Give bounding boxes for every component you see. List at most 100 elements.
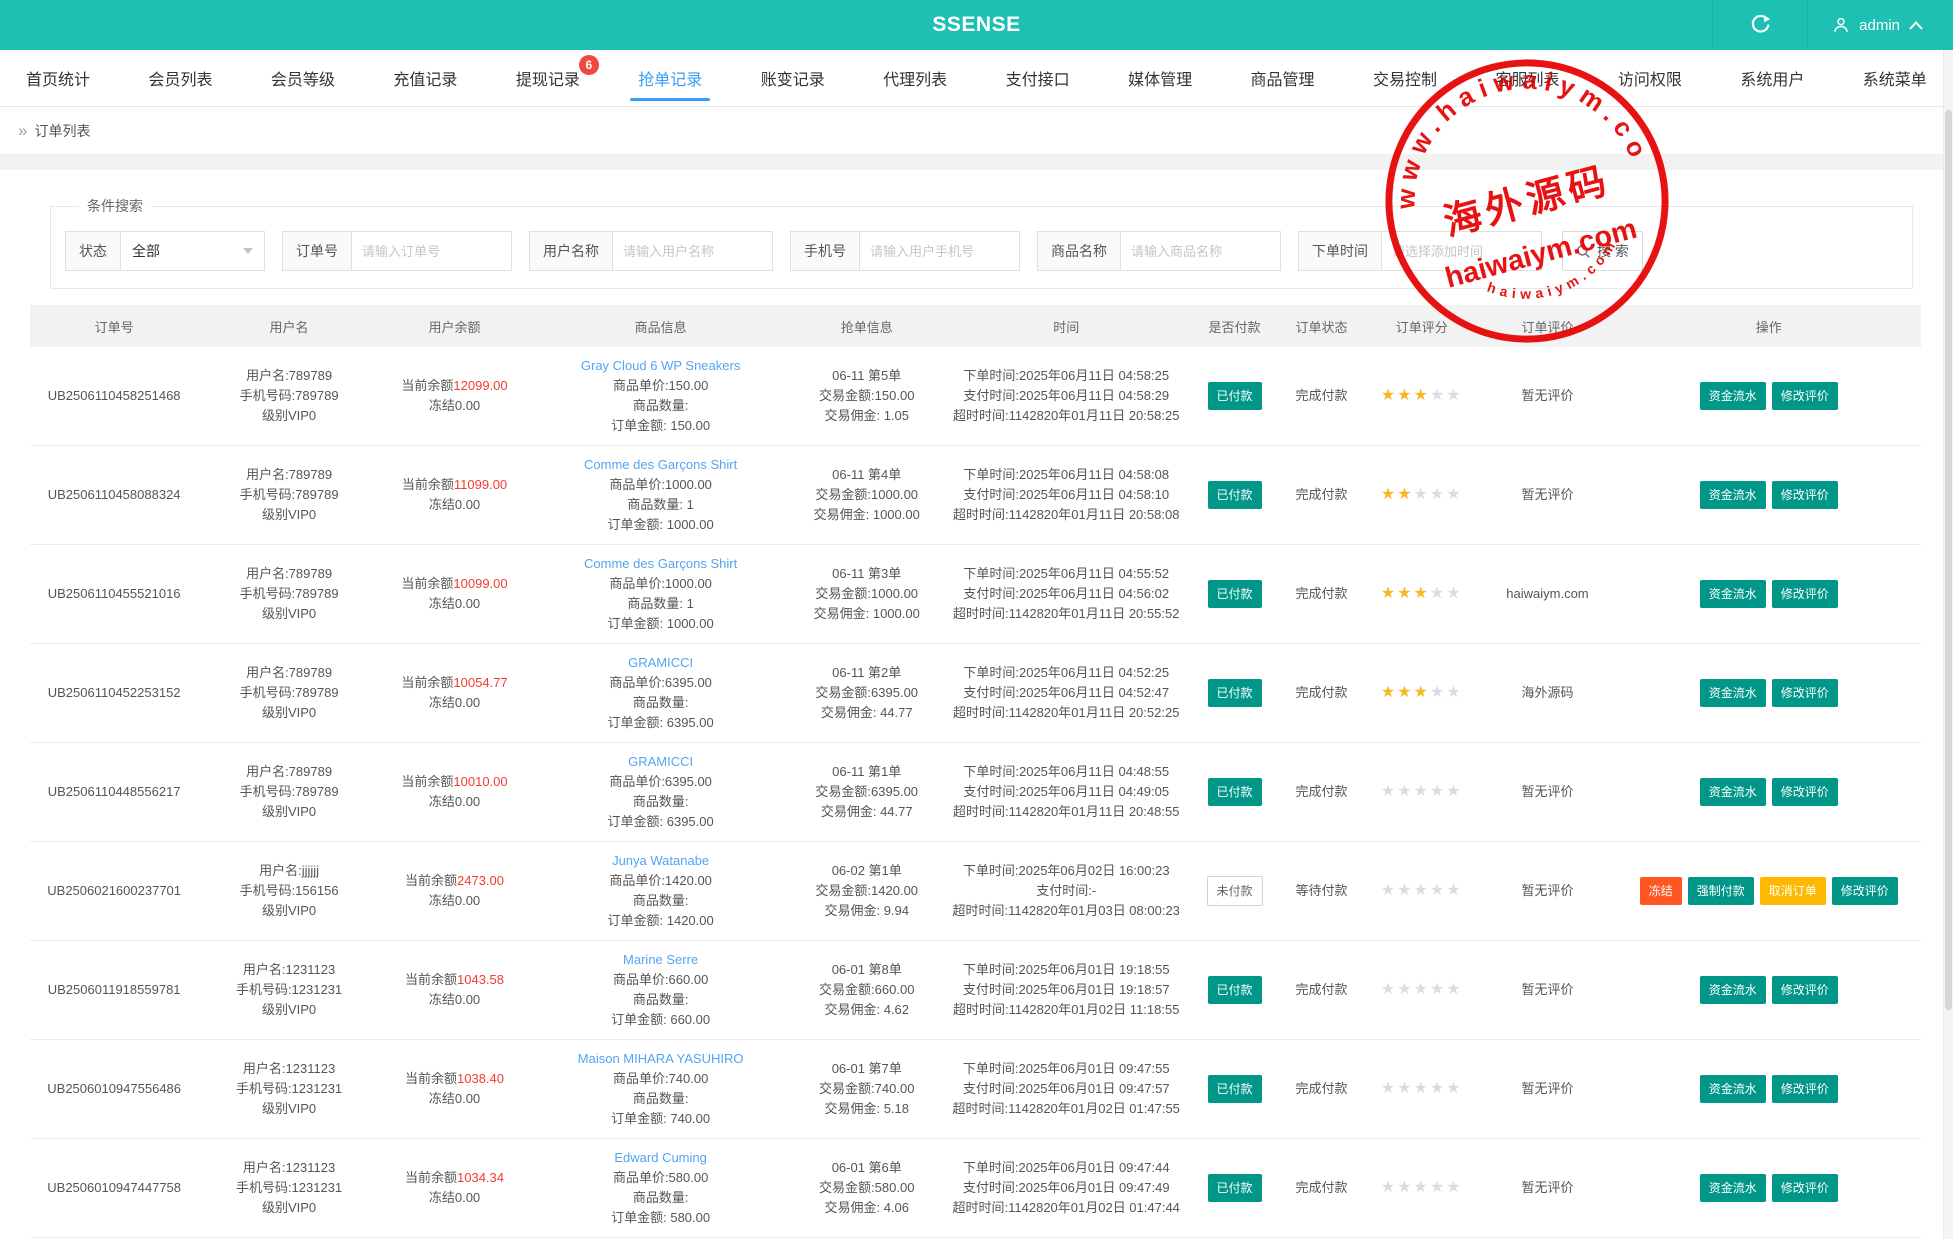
balance-info: 当前余额1043.58冻结0.00 [384, 970, 525, 1010]
balance-amount: 10099.00 [453, 576, 507, 591]
scrollbar[interactable] [1943, 50, 1953, 1239]
edit-review-button[interactable]: 修改评价 [1772, 1174, 1838, 1202]
nav-tab-product-management[interactable]: 商品管理 [1249, 50, 1317, 106]
product-link[interactable]: Junya Watanabe [533, 851, 788, 871]
chevron-down-icon [243, 248, 253, 254]
notification-badge: 6 [579, 55, 599, 75]
star-icon: ★ [1381, 486, 1397, 503]
filter-label: 下单时间 [1298, 231, 1382, 271]
nav-tab-system-menu[interactable]: 系统菜单 [1861, 50, 1929, 106]
order-no-input[interactable] [352, 231, 512, 271]
edit-review-button[interactable]: 修改评价 [1772, 679, 1838, 707]
product-link[interactable]: Comme des Garçons Shirt [533, 455, 788, 475]
product-info: Comme des Garçons Shirt商品单价:1000.00商品数量:… [533, 455, 788, 535]
nav-tab-system-users[interactable]: 系统用户 [1738, 50, 1806, 106]
funds-flow-button[interactable]: 资金流水 [1700, 382, 1766, 410]
edit-review-button[interactable]: 修改评价 [1772, 778, 1838, 806]
product-link[interactable]: GRAMICCI [533, 653, 788, 673]
force-pay-button[interactable]: 强制付款 [1688, 877, 1754, 905]
filter-phone: 手机号 [790, 231, 1020, 271]
star-rating: ★★★★★ [1381, 882, 1463, 899]
edit-review-button[interactable]: 修改评价 [1772, 580, 1838, 608]
time-info: 下单时间:2025年06月01日 09:47:55支付时间:2025年06月01… [945, 1059, 1187, 1119]
funds-flow-button[interactable]: 资金流水 [1700, 778, 1766, 806]
funds-flow-button[interactable]: 资金流水 [1700, 976, 1766, 1004]
grab-info: 06-11 第3单交易金额:1000.00交易佣金: 1000.00 [796, 564, 937, 624]
funds-flow-button[interactable]: 资金流水 [1700, 1174, 1766, 1202]
star-icon: ★ [1430, 1080, 1446, 1097]
status-select[interactable]: 全部 [121, 231, 265, 271]
order-time-input[interactable] [1382, 231, 1542, 271]
nav-tab-recharge-records[interactable]: 充值记录 [391, 50, 459, 106]
nav-tab-media-management[interactable]: 媒体管理 [1126, 50, 1194, 106]
search-button[interactable]: 搜 索 [1562, 231, 1643, 271]
refresh-icon [1749, 14, 1771, 36]
column-header: 订单号 [30, 305, 198, 347]
column-header: 时间 [941, 305, 1191, 347]
grab-info: 06-11 第5单交易金额:150.00交易佣金: 1.05 [796, 366, 937, 426]
time-info: 下单时间:2025年06月11日 04:52:25支付时间:2025年06月11… [945, 663, 1187, 723]
star-icon: ★ [1430, 684, 1446, 701]
edit-review-button[interactable]: 修改评价 [1772, 976, 1838, 1004]
column-header: 操作 [1616, 305, 1921, 347]
time-info: 下单时间:2025年06月01日 09:47:44支付时间:2025年06月01… [945, 1158, 1187, 1218]
row-actions: 冻结强制付款取消订单修改评价 [1620, 875, 1917, 907]
nav-tab-transaction-control[interactable]: 交易控制 [1371, 50, 1439, 106]
nav-tab-grab-order-records[interactable]: 抢单记录 [636, 50, 704, 106]
row-actions: 资金流水修改评价 [1620, 479, 1917, 511]
nav-tab-payment-interface[interactable]: 支付接口 [1004, 50, 1072, 106]
order-review: 暂无评价 [1521, 883, 1573, 898]
frozen-amount: 冻结0.00 [384, 1188, 525, 1208]
cancel-order-button[interactable]: 取消订单 [1760, 877, 1826, 905]
table-header-row: 订单号用户名用户余额商品信息抢单信息时间是否付款订单状态订单评分订单评价操作 [30, 305, 1921, 347]
balance-info: 当前余额2473.00冻结0.00 [384, 871, 525, 911]
nav-tab-access-permission[interactable]: 访问权限 [1616, 50, 1684, 106]
nav-tab-withdrawal-records[interactable]: 提现记录6 [514, 50, 582, 106]
star-icon: ★ [1414, 882, 1430, 899]
payment-status-badge: 已付款 [1208, 382, 1262, 410]
nav-tab-member-list[interactable]: 会员列表 [146, 50, 214, 106]
funds-flow-button[interactable]: 资金流水 [1700, 1075, 1766, 1103]
nav-tab-service-list[interactable]: 客服列表 [1493, 50, 1561, 106]
nav-tab-home-stats[interactable]: 首页统计 [24, 50, 92, 106]
edit-review-button[interactable]: 修改评价 [1772, 481, 1838, 509]
freeze-button[interactable]: 冻结 [1640, 877, 1682, 905]
nav-tab-label: 媒体管理 [1128, 66, 1192, 90]
search-button-label: 搜 索 [1597, 241, 1629, 261]
phone-input[interactable] [860, 231, 1020, 271]
product-name-input[interactable] [1121, 231, 1281, 271]
grab-info: 06-11 第2单交易金额:6395.00交易佣金: 44.77 [796, 663, 937, 723]
nav-tab-agent-list[interactable]: 代理列表 [881, 50, 949, 106]
scrollbar-thumb[interactable] [1945, 110, 1952, 1010]
product-link[interactable]: GRAMICCI [533, 752, 788, 772]
user-info: 用户名:789789手机号码:789789级别VIP0 [202, 366, 376, 426]
product-link[interactable]: Marine Serre [533, 950, 788, 970]
order-status: 完成付款 [1296, 487, 1348, 502]
refresh-button[interactable] [1712, 0, 1808, 50]
funds-flow-button[interactable]: 资金流水 [1700, 679, 1766, 707]
star-rating: ★★★★★ [1381, 1080, 1463, 1097]
status-select-value: 全部 [132, 241, 160, 261]
breadcrumb-label: 订单列表 [34, 121, 90, 141]
nav-tab-member-level[interactable]: 会员等级 [269, 50, 337, 106]
edit-review-button[interactable]: 修改评价 [1832, 877, 1898, 905]
star-icon: ★ [1414, 585, 1430, 602]
payment-status-badge: 已付款 [1208, 976, 1262, 1004]
funds-flow-button[interactable]: 资金流水 [1700, 481, 1766, 509]
balance-amount: 11099.00 [454, 477, 507, 492]
star-icon: ★ [1414, 684, 1430, 701]
user-menu[interactable]: admin [1808, 0, 1953, 50]
edit-review-button[interactable]: 修改评价 [1772, 1075, 1838, 1103]
edit-review-button[interactable]: 修改评价 [1772, 382, 1838, 410]
product-link[interactable]: Comme des Garçons Shirt [533, 554, 788, 574]
product-link[interactable]: Edward Cuming [533, 1148, 788, 1168]
grab-info: 06-01 第8单交易金额:660.00交易佣金: 4.62 [796, 960, 937, 1020]
frozen-amount: 冻结0.00 [384, 792, 525, 812]
user-name-input[interactable] [613, 231, 773, 271]
order-status: 完成付款 [1296, 784, 1348, 799]
product-link[interactable]: Gray Cloud 6 WP Sneakers [533, 356, 788, 376]
star-rating: ★★★★★ [1381, 585, 1463, 602]
nav-tab-account-change-records[interactable]: 账变记录 [759, 50, 827, 106]
product-link[interactable]: Maison MIHARA YASUHIRO [533, 1049, 788, 1069]
funds-flow-button[interactable]: 资金流水 [1700, 580, 1766, 608]
